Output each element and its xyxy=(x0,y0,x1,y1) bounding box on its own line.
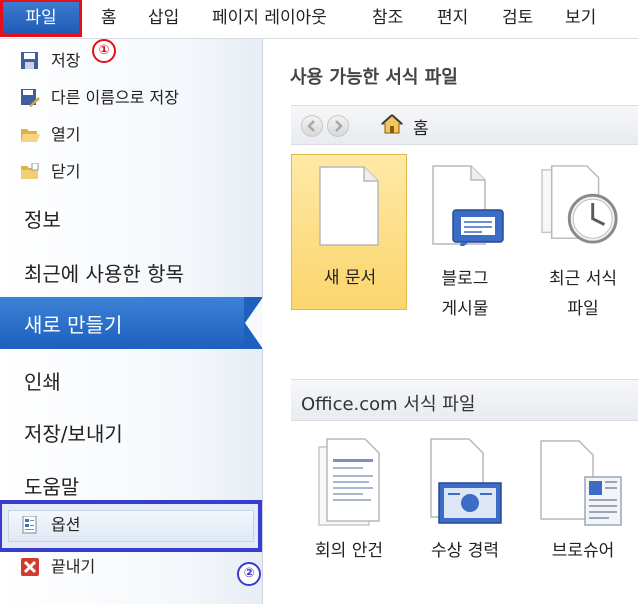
tab-mailings[interactable]: 편지 xyxy=(437,0,468,38)
annotation-1: ① xyxy=(92,39,116,63)
brochure-icon xyxy=(540,440,622,526)
forward-button[interactable] xyxy=(327,115,349,137)
close-label: 닫기 xyxy=(51,162,81,181)
forward-arrow-icon xyxy=(335,120,343,132)
floppy-disk-icon xyxy=(21,52,38,69)
template-award[interactable]: 수상 경력 xyxy=(407,431,523,581)
template-recent-label-1: 최근 서식 xyxy=(549,269,617,289)
template-blank-document[interactable]: 새 문서 xyxy=(291,154,407,310)
section-help[interactable]: 도움말 xyxy=(24,471,79,500)
selection-arrow-notch xyxy=(245,297,263,349)
tab-home[interactable]: 홈 xyxy=(101,0,117,38)
template-nav-bar: 홈 xyxy=(291,105,638,145)
tab-insert[interactable]: 삽입 xyxy=(148,0,179,38)
back-arrow-icon xyxy=(307,120,315,132)
open-label: 열기 xyxy=(51,125,81,144)
save-as-icon xyxy=(21,89,40,107)
tab-file[interactable]: 파일 xyxy=(0,0,82,37)
blog-post-icon xyxy=(432,165,504,246)
backstage-nav: 저장 다른 이름으로 저장 열기 닫기 정보 최근에 사용한 항목 새로 만들기… xyxy=(0,39,263,604)
award-certificate-icon xyxy=(430,438,502,524)
section-save-send[interactable]: 저장/보내기 xyxy=(24,418,123,447)
recent-templates-icon xyxy=(541,165,618,244)
office-templates-title: Office.com 서식 파일 xyxy=(301,394,476,415)
template-blog-label-2: 게시물 xyxy=(441,299,489,319)
blank-document-icon xyxy=(319,166,379,246)
available-templates-title: 사용 가능한 서식 파일 xyxy=(290,67,458,88)
template-blog-post[interactable]: 블로그 게시물 xyxy=(407,154,523,319)
section-new-label: 새로 만들기 xyxy=(24,313,123,337)
section-info[interactable]: 정보 xyxy=(24,204,61,233)
template-blog-label-1: 블로그 xyxy=(441,269,489,289)
annotation-2: ② xyxy=(237,562,261,586)
tab-page-layout[interactable]: 페이지 레이아웃 xyxy=(212,0,327,38)
save-as-label: 다른 이름으로 저장 xyxy=(51,88,179,107)
exit-icon xyxy=(21,558,39,576)
tab-references[interactable]: 참조 xyxy=(372,0,403,38)
award-label: 수상 경력 xyxy=(431,541,499,561)
nav-home-label[interactable]: 홈 xyxy=(413,114,429,139)
meeting-agenda-label: 회의 안건 xyxy=(315,541,383,561)
brochure-label: 브로슈어 xyxy=(551,541,615,561)
office-templates-header: Office.com 서식 파일 xyxy=(291,379,638,421)
new-document-pane: 사용 가능한 서식 파일 홈 새 문서 블로그 게시물 최근 서식 파일 Off… xyxy=(263,39,638,604)
close-folder-icon xyxy=(21,163,39,179)
save-label: 저장 xyxy=(51,51,81,70)
open-folder-icon xyxy=(21,129,40,142)
meeting-agenda-icon xyxy=(318,438,380,526)
options-highlight xyxy=(0,500,262,552)
template-blank-label: 새 문서 xyxy=(323,268,377,288)
template-brochure[interactable]: 브로슈어 xyxy=(525,431,638,581)
exit-label: 끝내기 xyxy=(51,557,96,576)
template-recent[interactable]: 최근 서식 파일 xyxy=(525,154,638,319)
tab-review[interactable]: 검토 xyxy=(502,0,533,38)
ribbon-tab-bar: 파일 홈 삽입 페이지 레이아웃 참조 편지 검토 보기 xyxy=(0,0,638,39)
back-button[interactable] xyxy=(301,115,323,137)
template-recent-label-2: 파일 xyxy=(567,299,599,319)
section-print[interactable]: 인쇄 xyxy=(24,366,61,395)
section-recent[interactable]: 최근에 사용한 항목 xyxy=(24,258,184,287)
tab-view[interactable]: 보기 xyxy=(565,0,596,38)
template-meeting-agenda[interactable]: 회의 안건 xyxy=(291,431,407,581)
options-icon xyxy=(22,516,37,534)
options-hover xyxy=(8,510,254,542)
home-icon[interactable] xyxy=(381,114,403,134)
options-label: 옵션 xyxy=(51,515,81,534)
section-new[interactable]: 새로 만들기 xyxy=(0,297,244,349)
